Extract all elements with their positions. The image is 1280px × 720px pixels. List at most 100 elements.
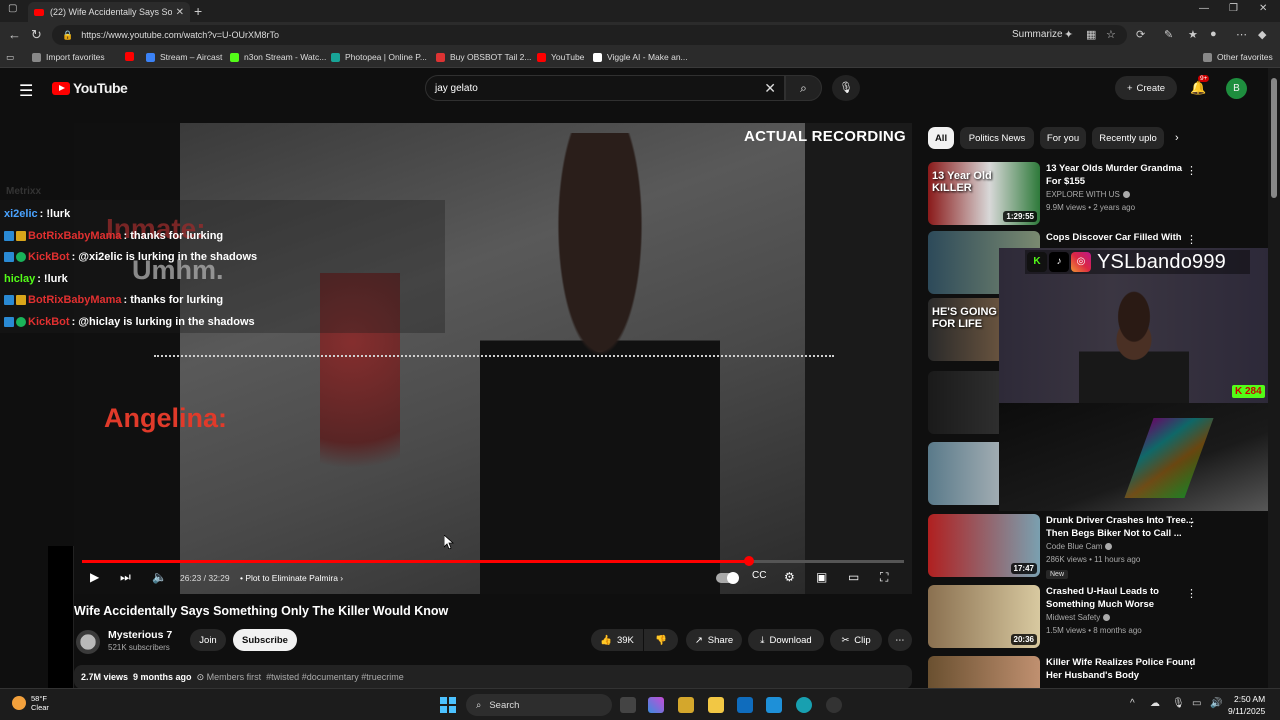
taskbar-search[interactable]: ⌕ Search: [466, 694, 612, 716]
recommended-video[interactable]: 17:47 Drunk Driver Crashes Into Tree... T…: [928, 514, 1268, 579]
apps-icon[interactable]: ▦: [1086, 28, 1096, 41]
join-button[interactable]: Join: [190, 629, 226, 651]
chip-politics-news[interactable]: Politics News: [960, 127, 1034, 149]
video-title[interactable]: Killer Wife Realizes Police Found Her Hu…: [1046, 656, 1196, 682]
start-button[interactable]: [440, 697, 456, 713]
menu-icon[interactable]: ☰: [19, 81, 33, 101]
bookmark-photopea[interactable]: Photopea | Online P...: [331, 52, 427, 62]
theater-mode-icon[interactable]: ▭: [848, 570, 859, 584]
extensions-icon[interactable]: ✎: [1164, 28, 1173, 41]
bookmark-obsbot[interactable]: Buy OBSBOT Tail 2...: [436, 52, 531, 62]
taskbar-clock[interactable]: 2:50 AM 9/11/2025: [1228, 693, 1265, 717]
share-button[interactable]: ↗ Share: [686, 629, 742, 651]
task-view-icon[interactable]: [620, 697, 636, 713]
search-input[interactable]: jay gelato ✕: [425, 75, 785, 101]
back-icon[interactable]: ←: [8, 27, 21, 42]
video-thumbnail[interactable]: 13 Year Old KILLER 1:29:55: [928, 162, 1040, 225]
restore-icon[interactable]: ❐: [1229, 3, 1238, 14]
miniplayer-icon[interactable]: ▣: [816, 570, 827, 584]
like-button[interactable]: 👍 39K: [591, 629, 643, 651]
fullscreen-icon[interactable]: ⛶: [880, 570, 888, 585]
bookmark-other-favorites[interactable]: Other favorites: [1203, 52, 1273, 62]
close-tab-icon[interactable]: ✕: [176, 7, 184, 18]
video-thumbnail[interactable]: 17:47: [928, 514, 1040, 577]
more-vertical-icon[interactable]: ⋮: [1186, 658, 1197, 671]
new-tab-icon[interactable]: +: [194, 3, 202, 19]
youtube-logo[interactable]: YouTube: [52, 80, 128, 96]
display-icon[interactable]: ▭: [1192, 698, 1201, 709]
download-button[interactable]: ⤓ Download: [748, 629, 824, 651]
recommended-video[interactable]: 20:36 Crashed U-Haul Leads to Something M…: [928, 585, 1268, 649]
outlook-icon[interactable]: [737, 697, 753, 713]
description-box[interactable]: 2.7M views 9 months ago ⊙ Members first …: [74, 665, 912, 689]
app-icon[interactable]: [826, 697, 842, 713]
copilot-icon[interactable]: ◆: [1258, 28, 1266, 41]
bookmark-import-favorites[interactable]: Import favorites: [32, 52, 105, 62]
clip-button[interactable]: ✂ Clip: [830, 629, 882, 651]
video-player[interactable]: ACTUAL RECORDING Inmate: Umhm. Angelina:…: [74, 123, 912, 594]
channel-name[interactable]: Midwest Safety: [1046, 613, 1111, 622]
summarize-icon[interactable]: ✦: [1064, 28, 1073, 41]
video-title[interactable]: Crashed U-Haul Leads to Something Much W…: [1046, 585, 1196, 611]
clear-search-icon[interactable]: ✕: [764, 80, 776, 97]
create-button[interactable]: + Create: [1115, 76, 1177, 100]
channel-name[interactable]: EXPLORE WITH US: [1046, 190, 1130, 199]
volume-icon[interactable]: 🔈: [152, 570, 167, 584]
notifications-button[interactable]: 🔔 9+: [1190, 75, 1210, 96]
recommended-video[interactable]: 13 Year Old KILLER 1:29:55 13 Year Olds Mu…: [928, 162, 1268, 226]
search-button[interactable]: ⌕: [785, 75, 822, 101]
photos-icon[interactable]: [766, 697, 782, 713]
onedrive-icon[interactable]: ☁: [1150, 698, 1160, 709]
play-icon[interactable]: ▶: [90, 570, 99, 584]
bookmark-viggle[interactable]: Viggle AI - Make an...: [593, 52, 688, 62]
star-icon[interactable]: ☆: [1106, 28, 1116, 41]
store-icon[interactable]: [678, 697, 694, 713]
hashtags[interactable]: #twisted #documentary #truecrime: [266, 672, 404, 682]
chip-all[interactable]: All: [928, 127, 954, 149]
video-title[interactable]: Drunk Driver Crashes Into Tree... Then B…: [1046, 514, 1196, 540]
channel-avatar[interactable]: [76, 630, 100, 654]
chip-recently-uploaded[interactable]: Recently uplo: [1092, 127, 1164, 149]
more-menu-icon[interactable]: ⋯: [1236, 28, 1247, 41]
minimize-icon[interactable]: —: [1199, 3, 1209, 14]
subscribe-button[interactable]: Subscribe: [233, 629, 297, 651]
bookmark-aircast[interactable]: Stream – Aircast: [146, 52, 222, 62]
more-actions-button[interactable]: ⋯: [888, 629, 912, 651]
copilot-taskbar-icon[interactable]: [648, 697, 664, 713]
browser-tab-active[interactable]: (22) Wife Accidentally Says Someth ✕: [28, 2, 190, 22]
refresh-icon[interactable]: ↻: [31, 27, 42, 43]
video-thumbnail[interactable]: 20:36: [928, 585, 1040, 648]
avatar[interactable]: B: [1226, 78, 1247, 99]
page-scrollbar[interactable]: [1268, 68, 1280, 688]
tray-chevron-up-icon[interactable]: ^: [1130, 698, 1135, 709]
scrollbar-thumb[interactable]: [1271, 78, 1277, 198]
bookmark-n3on[interactable]: n3on Stream - Watc...: [230, 52, 326, 62]
bookmark-youtube[interactable]: YouTube: [537, 52, 584, 62]
progress-bar[interactable]: [82, 556, 904, 566]
refresh-extension-icon[interactable]: ⟳: [1136, 28, 1145, 41]
voice-search-button[interactable]: 🎙: [832, 75, 860, 101]
mic-tray-icon[interactable]: 🎙: [1172, 698, 1185, 709]
settings-gear-icon[interactable]: ⚙: [784, 570, 795, 584]
more-vertical-icon[interactable]: ⋮: [1186, 516, 1197, 529]
video-title[interactable]: Cops Discover Car Filled With: [1046, 231, 1196, 244]
chapter-button[interactable]: • Plot to Eliminate Palmira ›: [240, 573, 343, 583]
edge-icon[interactable]: [796, 697, 812, 713]
url-field[interactable]: 🔒 https://www.youtube.com/watch?v=U-OUrX…: [52, 25, 1127, 45]
video-title[interactable]: 13 Year Olds Murder Grandma For $155: [1046, 162, 1196, 188]
channel-name[interactable]: Code Blue Cam: [1046, 542, 1113, 551]
more-vertical-icon[interactable]: ⋮: [1186, 164, 1197, 177]
more-vertical-icon[interactable]: ⋮: [1186, 587, 1197, 600]
chip-for-you[interactable]: For you: [1040, 127, 1086, 149]
autoplay-toggle[interactable]: [716, 572, 739, 584]
summarize-button[interactable]: Summarize: [1012, 29, 1063, 40]
tab-actions-icon[interactable]: ▢: [8, 3, 17, 14]
more-vertical-icon[interactable]: ⋮: [1186, 233, 1197, 246]
close-window-icon[interactable]: ✕: [1259, 3, 1267, 14]
chevron-right-icon[interactable]: ›: [1175, 132, 1179, 144]
captions-icon[interactable]: CC: [752, 570, 766, 581]
file-explorer-icon[interactable]: [708, 697, 724, 713]
dislike-button[interactable]: 👎: [644, 629, 678, 651]
next-icon[interactable]: ⏭: [120, 570, 131, 585]
channel-name[interactable]: Mysterious 7: [108, 629, 172, 641]
